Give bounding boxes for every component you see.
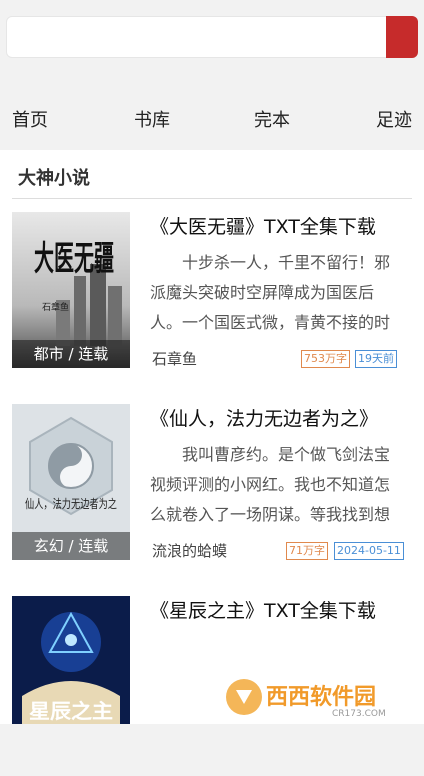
search-input[interactable] (15, 25, 379, 51)
top-bar: 首页 书库 完本 足迹 (0, 0, 424, 150)
book-item[interactable]: 仙人，法力无边者为之 玄幻 / 连载 《仙人，法力无边者为之》 我叫曹彦约。是个… (0, 404, 424, 584)
main-nav: 首页 书库 完本 足迹 (0, 98, 424, 138)
watermark-url: CR173.COM (332, 709, 386, 719)
cover-title-3: 星辰之主 (29, 699, 113, 723)
nav-home[interactable]: 首页 (12, 106, 48, 132)
search-button[interactable] (386, 16, 418, 58)
book-description: 十步杀一人，千里不留行！邪派魔头突破时空屏障成为国医后人。一个国医式微，青黄不接… (150, 253, 391, 332)
divider (12, 198, 412, 199)
book-cover[interactable]: 仙人，法力无边者为之 玄幻 / 连载 (12, 404, 130, 560)
section-title: 大神小说 (18, 168, 90, 189)
book-cover[interactable]: 大医无疆 石章鱼 都市 / 连载 (12, 212, 130, 368)
book-title[interactable]: 《仙人，法力无边者为之》 (150, 404, 378, 431)
watermark-logo: 西西软件园 CR173.COM (222, 674, 422, 720)
cover-image-3: 星辰之主 (12, 596, 130, 724)
nav-completed[interactable]: 完本 (254, 106, 290, 132)
genre-label: 玄幻 / 连载 (12, 532, 130, 560)
cover-author-1: 石章鱼 (42, 301, 69, 313)
watermark-text: 西西软件园 (266, 684, 376, 710)
book-author: 石章鱼 (152, 350, 198, 368)
cover-title-1: 大医无疆 (34, 239, 114, 279)
book-title[interactable]: 《大医无疆》TXT全集下载 (150, 212, 376, 239)
updated-badge: 19天前 (355, 350, 397, 368)
nav-history[interactable]: 足迹 (376, 106, 412, 132)
word-count-badge: 71万字 (286, 542, 328, 560)
word-count-badge: 753万字 (301, 350, 350, 368)
cover-title-2: 仙人，法力无边者为之 (25, 497, 117, 511)
book-item[interactable]: 大医无疆 石章鱼 都市 / 连载 《大医无疆》TXT全集下载 十步杀一人，千里不… (0, 212, 424, 392)
book-description: 我叫曹彦约。是个做飞剑法宝视频评测的小网红。我也不知道怎么就卷入了一场阴谋。等我… (150, 445, 391, 524)
updated-badge: 2024-05-11 (334, 542, 404, 560)
search-box (6, 16, 418, 58)
book-list-section: 大神小说 大医无疆 石章鱼 都市 / 连载 《大医无疆》TXT全集下载 十步杀一… (0, 150, 424, 724)
book-title[interactable]: 《星辰之主》TXT全集下载 (150, 596, 376, 623)
book-cover[interactable]: 星辰之主 (12, 596, 130, 724)
nav-library[interactable]: 书库 (134, 106, 170, 132)
genre-label: 都市 / 连载 (12, 340, 130, 368)
book-author: 流浪的蛤蟆 (152, 542, 228, 560)
